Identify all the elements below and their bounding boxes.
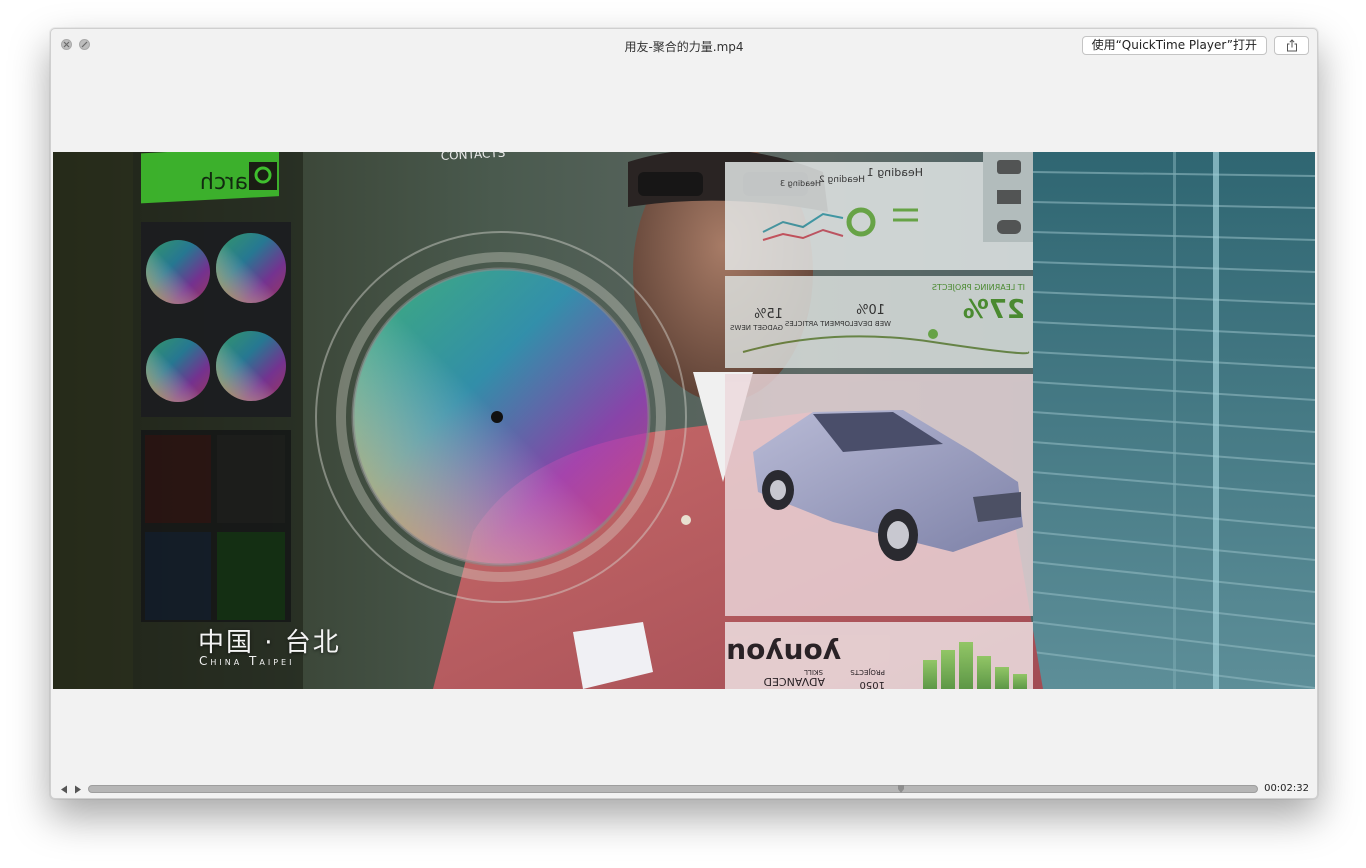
play-icon[interactable] — [73, 783, 83, 795]
video-frame[interactable]: search CONTACTS Heading 1 Heading 2 Head… — [53, 152, 1315, 689]
quicklook-window: 用友-聚合的力量.mp4 使用“QuickTime Player”打开 sear… — [50, 28, 1318, 799]
overlay-heading3: Heading 3 — [780, 179, 821, 188]
share-button[interactable] — [1274, 36, 1309, 55]
overlay-stat-15-label: GADGET NEWS — [729, 324, 783, 332]
overlay-projects-value: 1050 — [860, 679, 885, 689]
open-with-quicktime-button[interactable]: 使用“QuickTime Player”打开 — [1081, 36, 1267, 55]
titlebar: 用友-聚合的力量.mp4 使用“QuickTime Player”打开 — [51, 29, 1317, 63]
location-caption-en: China Taipei — [199, 654, 295, 668]
overlay-stat-10-label: WEB DEVELOPMENT ARTICLES — [784, 320, 891, 328]
overlay-projects: PROJECTS — [850, 668, 885, 676]
overlay-skill: SKILL — [804, 668, 823, 676]
overlay-heading2: Heading 2 — [819, 175, 865, 185]
overlay-stat-10: 10% — [856, 303, 885, 318]
progress-scrubber[interactable] — [88, 785, 1258, 793]
playback-controls: 00:02:32 — [51, 781, 1317, 797]
video-scene: search CONTACTS Heading 1 Heading 2 Head… — [53, 152, 1315, 689]
share-icon — [1286, 39, 1297, 52]
playhead-icon[interactable] — [897, 785, 904, 793]
overlay-stat-27: 27% — [963, 295, 1025, 325]
overlay-brand: yonyou — [726, 637, 841, 670]
overlay-heading1: Heading 1 — [867, 166, 923, 179]
overlay-stat-15: 15% — [754, 307, 783, 322]
timecode: 00:02:32 — [1264, 783, 1309, 794]
step-back-icon[interactable] — [59, 783, 69, 795]
overlay-stat-27-label: IT LEARNING PROJECTS — [932, 283, 1025, 292]
